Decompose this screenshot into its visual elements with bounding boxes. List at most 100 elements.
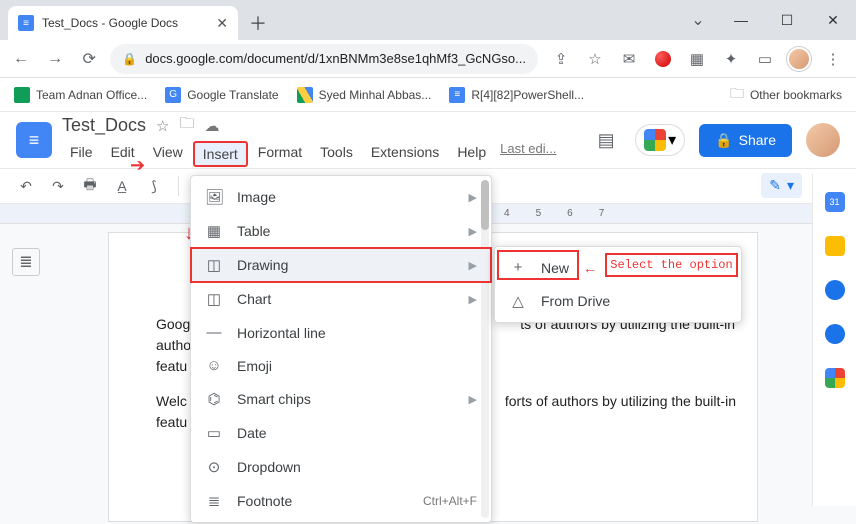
tasks-icon[interactable] [825, 280, 845, 300]
menu-file[interactable]: File [62, 141, 101, 167]
menu-label: Smart chips [237, 391, 311, 407]
menu-insert[interactable]: Insert [193, 141, 248, 167]
paint-format-button[interactable]: ⟆ [142, 174, 166, 198]
tab-title: Test_Docs - Google Docs [42, 16, 208, 30]
chevron-down-icon: ▾ [787, 177, 794, 194]
lock-icon: 🔒 [715, 132, 732, 149]
other-bookmarks-label: Other bookmarks [750, 88, 842, 102]
keep-icon[interactable] [825, 236, 845, 256]
dropdown-icon: ⊙ [205, 458, 223, 476]
window-controls: ⌄ — ☐ ✕ [678, 0, 856, 40]
insert-table[interactable]: ▦Table▶ [191, 214, 491, 248]
insert-drawing[interactable]: ◫ Drawing ▶ [191, 248, 491, 282]
close-tab-icon[interactable]: ✕ [216, 15, 228, 32]
bookmark-label: Google Translate [187, 88, 278, 102]
insert-hline[interactable]: —Horizontal line [191, 316, 491, 349]
emoji-icon: ☺ [205, 357, 223, 374]
meet-button[interactable]: ▾ [635, 124, 685, 156]
move-icon[interactable]: 🗀 [180, 113, 195, 138]
menu-label: Image [237, 189, 276, 205]
contacts-icon[interactable] [825, 324, 845, 344]
undo-button[interactable]: ↶ [14, 174, 38, 198]
outline-toggle-button[interactable]: ≣ [12, 248, 40, 276]
editing-mode-button[interactable]: ✎ ▾ [761, 173, 802, 198]
browser-tab[interactable]: ≡ Test_Docs - Google Docs ✕ [8, 6, 238, 40]
maps-icon[interactable] [825, 368, 845, 388]
menu-format[interactable]: Format [250, 141, 310, 167]
account-avatar[interactable] [806, 123, 840, 157]
window-close-button[interactable]: ✕ [810, 5, 856, 35]
last-edit-link[interactable]: Last edi... [500, 141, 556, 167]
ruler-mark: 5 [536, 208, 542, 219]
sheets-extension-icon[interactable]: ▦ [682, 45, 712, 73]
bookmark-item[interactable]: Syed Minhal Abbas... [297, 87, 432, 103]
minimize-button[interactable]: — [718, 5, 764, 35]
submenu-label: New [541, 260, 569, 276]
profile-avatar[interactable] [784, 45, 814, 73]
drive-icon: △ [509, 292, 527, 310]
bookmark-item[interactable]: ≡R[4][82]PowerShell... [449, 87, 584, 103]
cloud-status-icon[interactable]: ☁ [205, 117, 220, 135]
url-field[interactable]: 🔒 docs.google.com/document/d/1xnBNMm3e8s… [110, 44, 538, 74]
menu-tools[interactable]: Tools [312, 141, 361, 167]
mail-extension-icon[interactable]: ✉ [614, 45, 644, 73]
bookmark-star-icon[interactable]: ☆ [580, 45, 610, 73]
tab-overflow-icon[interactable]: ⌄ [678, 5, 718, 35]
insert-date[interactable]: ▭Date [191, 416, 491, 450]
side-panel [812, 174, 856, 506]
submenu-arrow-icon: ▶ [469, 259, 477, 272]
docs-header: ≡ Test_Docs ☆ 🗀 ☁ File Edit View Insert … [0, 112, 856, 168]
opera-extension-icon[interactable] [648, 45, 678, 73]
print-button[interactable]: 🖶 [78, 174, 102, 198]
bookmarks-bar: Team Adnan Office... GGoogle Translate S… [0, 78, 856, 112]
spellcheck-button[interactable]: A̲ [110, 174, 134, 198]
reload-button[interactable]: ⟳ [76, 45, 102, 73]
drawing-from-drive[interactable]: △From Drive [495, 284, 741, 318]
maximize-button[interactable]: ☐ [764, 5, 810, 35]
address-bar: ← → ⟳ 🔒 docs.google.com/document/d/1xnBN… [0, 40, 856, 78]
menu-label: Drawing [237, 257, 288, 273]
share-url-icon[interactable]: ⇪ [546, 45, 576, 73]
document-title[interactable]: Test_Docs [62, 115, 146, 136]
bookmark-label: R[4][82]PowerShell... [471, 88, 584, 102]
redo-button[interactable]: ↷ [46, 174, 70, 198]
docs-logo-icon[interactable]: ≡ [16, 122, 52, 158]
menu-label: Footnote [237, 493, 292, 509]
cast-icon[interactable]: ▭ [750, 45, 780, 73]
insert-image[interactable]: 🖼Image▶ [191, 180, 491, 214]
comments-icon[interactable]: ▤ [591, 125, 621, 155]
submenu-arrow-icon: ▶ [469, 191, 477, 204]
forward-button[interactable]: → [42, 45, 68, 73]
ruler-mark: 4 [504, 208, 510, 219]
insert-dropdown: 🖼Image▶ ▦Table▶ ◫Drawing▶ ◫Chart▶ —Horiz… [190, 175, 492, 523]
menu-view[interactable]: View [145, 141, 191, 167]
menu-extensions[interactable]: Extensions [363, 141, 447, 167]
insert-dropdown-chip[interactable]: ⊙Dropdown [191, 450, 491, 484]
insert-emoji[interactable]: ☺ Emoji [191, 349, 491, 382]
bookmark-item[interactable]: GGoogle Translate [165, 87, 278, 103]
plus-icon: + [509, 259, 527, 276]
submenu-arrow-icon: ▶ [469, 293, 477, 306]
date-icon: ▭ [205, 424, 223, 442]
share-button[interactable]: 🔒Share [699, 124, 792, 157]
menu-label: Chart [237, 291, 271, 307]
drawing-icon: ◫ [205, 256, 223, 274]
ruler-mark: 6 [567, 208, 573, 219]
other-bookmarks[interactable]: 🗀Other bookmarks [730, 83, 842, 107]
calendar-icon[interactable] [825, 192, 845, 212]
annotation-text: Select the option [610, 258, 732, 272]
meet-logo-icon [644, 129, 666, 151]
bookmark-item[interactable]: Team Adnan Office... [14, 87, 147, 103]
menu-help[interactable]: Help [449, 141, 494, 167]
insert-chart[interactable]: ◫Chart▶ [191, 282, 491, 316]
menu-label: Emoji [237, 358, 272, 374]
star-icon[interactable]: ☆ [156, 117, 169, 135]
docs-favicon: ≡ [18, 15, 34, 31]
insert-footnote[interactable]: ≣FootnoteCtrl+Alt+F [191, 484, 491, 518]
extensions-icon[interactable]: ✦ [716, 45, 746, 73]
new-tab-button[interactable]: ＋ [244, 9, 272, 37]
back-button[interactable]: ← [8, 45, 34, 73]
browser-menu-icon[interactable]: ⋮ [818, 45, 848, 73]
insert-smart-chips[interactable]: ⌬Smart chips▶ [191, 382, 491, 416]
table-icon: ▦ [205, 222, 223, 240]
